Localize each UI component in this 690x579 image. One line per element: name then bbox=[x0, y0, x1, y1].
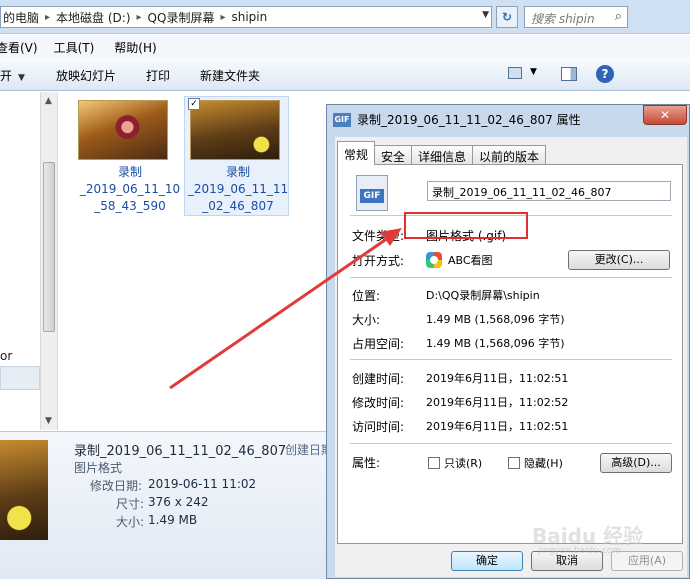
close-icon[interactable]: ✕ bbox=[643, 105, 687, 125]
tab-previous-versions[interactable]: 以前的版本 bbox=[472, 145, 547, 165]
gif-icon-label: GIF bbox=[360, 189, 384, 203]
details-size-value: 1.49 MB bbox=[148, 513, 198, 527]
preview-pane-icon[interactable] bbox=[561, 67, 577, 81]
scroll-up-icon[interactable]: ▲ bbox=[45, 96, 52, 106]
file-name-line-1: 录制 bbox=[225, 165, 250, 179]
tab-general[interactable]: 常规 bbox=[337, 141, 376, 165]
address-row: 的电脑 ▸ 本地磁盘 (D:) ▸ QQ录制屏幕 ▸ shipin ▼ ↻ 搜索… bbox=[0, 0, 690, 34]
details-file-type: 图片格式 bbox=[74, 461, 123, 475]
menu-help[interactable]: 帮助(H) bbox=[114, 39, 156, 56]
address-bar[interactable]: 的电脑 ▸ 本地磁盘 (D:) ▸ QQ录制屏幕 ▸ shipin ▼ bbox=[0, 6, 492, 28]
search-placeholder: 搜索 shipin bbox=[531, 12, 595, 26]
crumb-drive[interactable]: 本地磁盘 (D:) bbox=[56, 9, 130, 26]
crumb-separator-icon: ▸ bbox=[136, 11, 142, 23]
view-options-icon[interactable] bbox=[508, 67, 522, 79]
menu-view[interactable]: 查看(V) bbox=[0, 39, 38, 56]
open-with-value: ABC看图 bbox=[448, 254, 493, 267]
details-size-label: 大小: bbox=[116, 515, 145, 529]
details-file-title: 录制_2019_06_11_11_02_46_807 bbox=[74, 444, 287, 459]
new-folder-button[interactable]: 新建文件夹 bbox=[200, 67, 260, 84]
change-button[interactable]: 更改(C)... bbox=[568, 250, 670, 270]
crumb-folder[interactable]: QQ录制屏幕 bbox=[148, 9, 215, 26]
readonly-checkbox[interactable] bbox=[428, 457, 440, 469]
ok-button[interactable]: 确定 bbox=[451, 551, 523, 571]
open-with-label: 打开方式: bbox=[352, 254, 405, 268]
crumb-computer[interactable]: 的电脑 bbox=[3, 9, 39, 26]
dialog-body: 常规 安全 详细信息 以前的版本 GIF 录制_2019_06_11_11_02… bbox=[335, 137, 687, 577]
filename-field[interactable]: 录制_2019_06_11_11_02_46_807 bbox=[427, 181, 671, 201]
scroll-thumb[interactable] bbox=[43, 162, 55, 332]
chevron-down-icon: ▼ bbox=[18, 73, 25, 83]
tab-bar: 常规 安全 详细信息 以前的版本 bbox=[337, 141, 547, 165]
details-thumbnail bbox=[0, 440, 48, 540]
properties-dialog: GIF 录制_2019_06_11_11_02_46_807 属性 ✕ 常规 安… bbox=[326, 104, 690, 579]
slideshow-button[interactable]: 放映幻灯片 bbox=[56, 67, 116, 84]
nav-item-selected[interactable] bbox=[0, 366, 40, 390]
created-value: 2019年6月11日，11:02:51 bbox=[426, 372, 569, 385]
location-label: 位置: bbox=[352, 289, 381, 303]
crumb-subfolder[interactable]: shipin bbox=[231, 10, 267, 24]
hidden-checkbox[interactable] bbox=[508, 457, 520, 469]
toolbar: 开 ▼ 放映幻灯片 打印 新建文件夹 ▼ ? bbox=[0, 59, 690, 91]
hidden-label[interactable]: 隐藏(H) bbox=[524, 455, 563, 471]
file-select-checkbox[interactable]: ✓ bbox=[188, 98, 200, 110]
apply-button[interactable]: 应用(A) bbox=[611, 551, 683, 571]
file-type-label: 文件类型: bbox=[352, 229, 405, 243]
accessed-value: 2019年6月11日，11:02:51 bbox=[426, 420, 569, 433]
created-label: 创建时间: bbox=[352, 372, 405, 386]
open-label: 开 bbox=[0, 69, 13, 83]
accessed-label: 访问时间: bbox=[352, 420, 405, 434]
tab-security[interactable]: 安全 bbox=[374, 145, 413, 165]
readonly-label[interactable]: 只读(R) bbox=[444, 455, 482, 471]
size-label: 大小: bbox=[352, 313, 381, 327]
print-button[interactable]: 打印 bbox=[146, 67, 170, 84]
gif-file-icon: GIF bbox=[333, 113, 351, 127]
crumb-separator-icon: ▸ bbox=[45, 11, 51, 23]
file-thumbnail bbox=[190, 100, 280, 160]
details-dimensions-value: 376 x 242 bbox=[148, 495, 209, 509]
file-name-line-3: _58_43_590 bbox=[94, 199, 166, 213]
search-input[interactable]: 搜索 shipin ⌕ bbox=[524, 6, 628, 28]
size-value: 1.49 MB (1,568,096 字节) bbox=[426, 313, 565, 326]
file-name-line-1: 录制 bbox=[117, 165, 142, 179]
help-icon[interactable]: ? bbox=[596, 65, 614, 83]
chevron-down-icon[interactable]: ▼ bbox=[530, 67, 537, 77]
divider bbox=[350, 443, 672, 444]
menu-tools[interactable]: 工具(T) bbox=[54, 39, 95, 56]
disk-size-value: 1.49 MB (1,568,096 字节) bbox=[426, 337, 565, 350]
divider bbox=[350, 359, 672, 360]
file-type-highlight-box bbox=[404, 212, 528, 239]
details-modified-label: 修改日期: bbox=[90, 479, 143, 493]
file-name-line-2: _2019_06_11_11 bbox=[187, 182, 289, 196]
divider bbox=[350, 277, 672, 278]
baidu-watermark: Baidu 经验 bbox=[532, 524, 644, 548]
file-item[interactable]: 录制 _2019_06_11_11 _02_46_807 bbox=[186, 100, 290, 220]
open-button[interactable]: 开 ▼ bbox=[0, 67, 25, 84]
crumb-separator-icon: ▸ bbox=[220, 11, 226, 23]
advanced-button[interactable]: 高级(D)... bbox=[600, 453, 672, 473]
refresh-icon[interactable]: ↻ bbox=[496, 6, 518, 28]
address-dropdown-icon[interactable]: ▼ bbox=[482, 10, 489, 20]
abc-viewer-icon bbox=[426, 252, 442, 268]
menu-bar: 查看(V) 工具(T) 帮助(H) bbox=[0, 35, 690, 59]
location-value: D:\QQ录制屏幕\shipin bbox=[426, 289, 540, 302]
gif-file-icon: GIF bbox=[356, 175, 388, 211]
disk-size-label: 占用空间: bbox=[352, 337, 405, 351]
search-icon[interactable]: ⌕ bbox=[615, 9, 622, 24]
nav-item-partial[interactable]: or bbox=[0, 349, 12, 363]
nav-scrollbar[interactable]: ▲ ▼ bbox=[40, 92, 57, 430]
file-name-line-2: _2019_06_11_10 bbox=[79, 182, 181, 196]
details-modified-value: 2019-06-11 11:02 bbox=[148, 477, 257, 491]
baidu-watermark-url: jingyan.baidu.com bbox=[538, 546, 622, 556]
dialog-title: 录制_2019_06_11_11_02_46_807 属性 bbox=[357, 113, 581, 127]
attributes-label: 属性: bbox=[352, 456, 381, 470]
scroll-down-icon[interactable]: ▼ bbox=[45, 416, 52, 426]
file-thumbnail bbox=[78, 100, 168, 160]
file-name-line-3: _02_46_807 bbox=[202, 199, 274, 213]
tab-details[interactable]: 详细信息 bbox=[411, 145, 474, 165]
file-item[interactable]: 录制 _2019_06_11_10 _58_43_590 bbox=[78, 100, 182, 220]
modified-value: 2019年6月11日，11:02:52 bbox=[426, 396, 569, 409]
modified-label: 修改时间: bbox=[352, 396, 405, 410]
details-dimensions-label: 尺寸: bbox=[116, 497, 145, 511]
